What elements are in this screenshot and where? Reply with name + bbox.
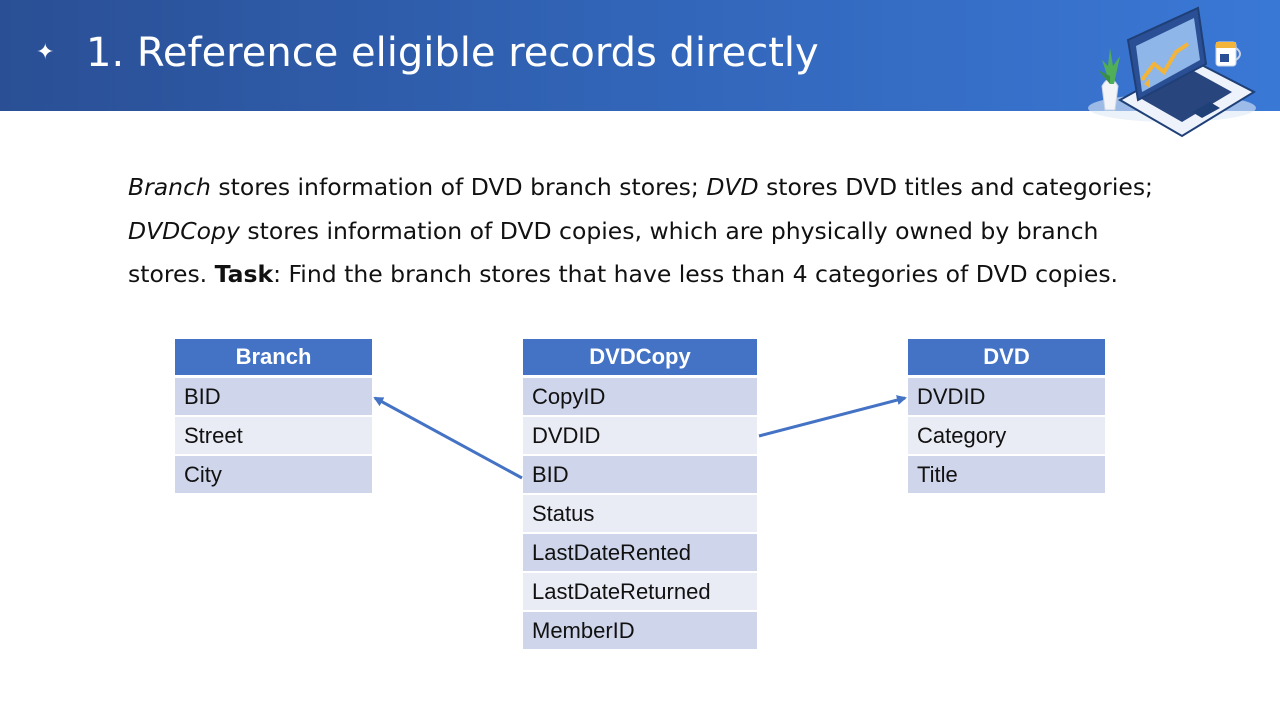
- star-bullet-icon: ✦: [36, 40, 55, 65]
- dvd-table: DVD DVDID Category Title: [908, 339, 1105, 495]
- dvdcopy-table-header: DVDCopy: [523, 339, 757, 378]
- dvdcopy-field-copyid: CopyID: [523, 378, 757, 417]
- dvdcopy-field-bid: BID: [523, 456, 757, 495]
- line1-text-a: stores information of DVD branch stores;: [210, 173, 707, 201]
- line3-text-a: stores.: [128, 260, 215, 288]
- paragraph-line-2: DVDCopy stores information of DVD copies…: [128, 210, 1158, 254]
- dvdcopy-field-memberid: MemberID: [523, 612, 757, 651]
- laptop-illustration-icon: [1088, 6, 1257, 138]
- term-dvdcopy: DVDCopy: [128, 216, 240, 245]
- term-dvd: DVD: [706, 173, 759, 201]
- dvdcopy-table: DVDCopy CopyID DVDID BID Status LastDate…: [523, 339, 757, 651]
- line2-text: stores information of DVD copies, which …: [239, 216, 1099, 245]
- dvdcopy-field-status: Status: [523, 495, 757, 534]
- dvdcopy-field-dvdid: DVDID: [523, 417, 757, 456]
- branch-field-city: City: [175, 456, 372, 495]
- term-branch: Branch: [128, 173, 211, 201]
- dvd-field-title: Title: [908, 456, 1105, 495]
- dvdcopy-field-lastdaterented: LastDateRented: [523, 534, 757, 573]
- dvd-field-category: Category: [908, 417, 1105, 456]
- description-paragraph: Branch stores information of DVD branch …: [128, 166, 1158, 297]
- paragraph-line-3: stores. Task: Find the branch stores tha…: [128, 253, 1158, 297]
- branch-field-street: Street: [175, 417, 372, 456]
- branch-table-header: Branch: [175, 339, 372, 378]
- dvdcopy-field-lastdatereturned: LastDateReturned: [523, 573, 757, 612]
- slide-title: 1. Reference eligible records directly: [86, 30, 819, 76]
- branch-field-bid: BID: [175, 378, 372, 417]
- branch-table: Branch BID Street City: [175, 339, 372, 495]
- arrow-dvdcopy-bid-to-branch-bid: [373, 396, 523, 480]
- line3-text-b: : Find the branch stores that have less …: [273, 260, 1119, 288]
- line1-text-b: stores DVD titles and categories;: [758, 173, 1153, 201]
- paragraph-line-1: Branch stores information of DVD branch …: [128, 166, 1158, 210]
- dvd-field-dvdid: DVDID: [908, 378, 1105, 417]
- task-label: Task: [214, 260, 274, 288]
- arrow-dvdcopy-dvdid-to-dvd-dvdid: [758, 395, 907, 438]
- dvd-table-header: DVD: [908, 339, 1105, 378]
